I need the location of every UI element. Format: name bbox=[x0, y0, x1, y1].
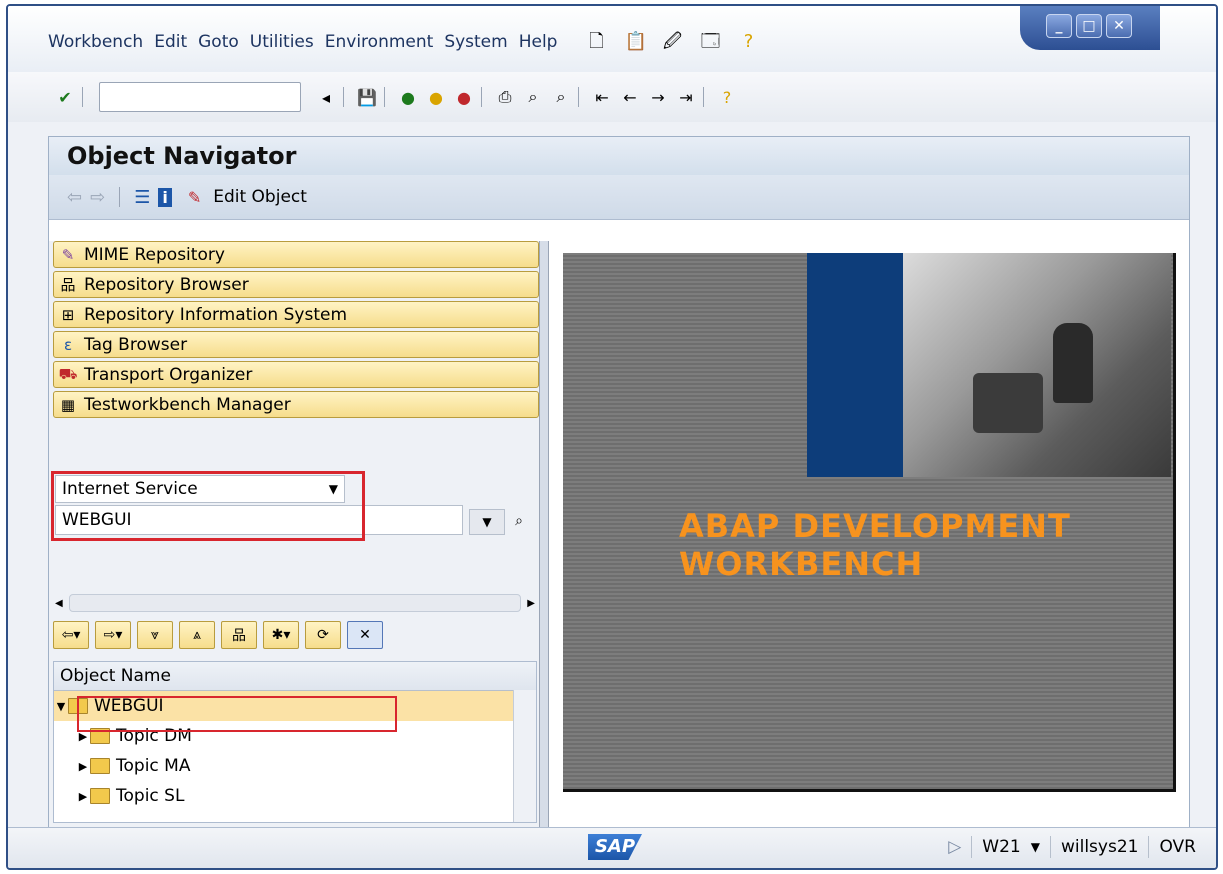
new-document-icon[interactable]: 🗋 bbox=[586, 32, 606, 52]
horizontal-scrollbar[interactable]: ◀ ▶ bbox=[55, 593, 535, 613]
folder-icon bbox=[90, 788, 110, 804]
tree-row[interactable]: ▶ Topic MA bbox=[54, 751, 536, 781]
highlight-box-selector bbox=[51, 471, 365, 541]
back-icon[interactable]: ● bbox=[397, 86, 419, 108]
collapse-command-icon[interactable]: ◂ bbox=[315, 86, 337, 108]
object-tree: Object Name ▼ WEBGUI ▶ Topic DM ▶ Topic … bbox=[53, 661, 537, 823]
test-icon: ▦ bbox=[60, 395, 76, 414]
menu-system[interactable]: System bbox=[444, 32, 518, 52]
collapse-all-button[interactable]: ⩓ bbox=[179, 621, 215, 649]
exit-icon[interactable]: ● bbox=[425, 86, 447, 108]
hierarchy-button[interactable]: 品 bbox=[221, 621, 257, 649]
first-page-icon[interactable]: ⇤ bbox=[591, 86, 613, 108]
help-question-icon[interactable]: ? bbox=[738, 32, 758, 52]
cancel-icon[interactable]: ● bbox=[453, 86, 475, 108]
tag-browser-button[interactable]: ε Tag Browser bbox=[53, 331, 539, 358]
tree-row[interactable]: ▶ Topic SL bbox=[54, 781, 536, 811]
truck-icon: ⛟ bbox=[58, 364, 78, 383]
tree-column-header: Object Name bbox=[54, 662, 536, 691]
system-id: W21 bbox=[982, 837, 1021, 857]
system-info: ▷ W21 ▼ willsys21 OVR bbox=[948, 836, 1196, 858]
menu-utilities[interactable]: Utilities bbox=[250, 32, 325, 52]
tag-icon: ε bbox=[63, 335, 73, 354]
clipboard-icon[interactable]: 📋 bbox=[624, 32, 646, 52]
folder-icon bbox=[90, 758, 110, 774]
previous-page-icon[interactable]: ← bbox=[619, 86, 641, 108]
navigation-area: ✎ MIME Repository 品 Repository Browser ⊞… bbox=[49, 241, 539, 829]
banner-headline: ABAP DEVELOPMENT WORKBENCH bbox=[679, 507, 1071, 583]
chevron-down-icon[interactable]: ▼ bbox=[1031, 840, 1040, 854]
previous-object-button[interactable]: ⇦▾ bbox=[53, 621, 89, 649]
menu-goto[interactable]: Goto bbox=[198, 32, 250, 52]
expanded-triangle-icon[interactable]: ▼ bbox=[54, 700, 68, 713]
find-next-icon[interactable]: ⌕ bbox=[550, 86, 572, 108]
expand-all-button[interactable]: ⩔ bbox=[137, 621, 173, 649]
repository-browser-button[interactable]: 品 Repository Browser bbox=[53, 271, 539, 298]
hierarchy-icon[interactable]: ☰ bbox=[134, 187, 150, 208]
scroll-left-icon[interactable]: ◀ bbox=[55, 598, 63, 609]
edit-object-button[interactable]: Edit Object bbox=[213, 187, 307, 207]
next-object-button[interactable]: ⇨▾ bbox=[95, 621, 131, 649]
close-tree-button[interactable]: ✕ bbox=[347, 621, 383, 649]
last-page-icon[interactable]: ⇥ bbox=[675, 86, 697, 108]
status-bar: SAP ▷ W21 ▼ willsys21 OVR bbox=[8, 827, 1216, 868]
save-icon[interactable]: 💾 bbox=[356, 86, 378, 108]
tree-toolbar: ⇦▾ ⇨▾ ⩔ ⩓ 品 ✱▾ ⟳ ✕ bbox=[53, 621, 383, 649]
object-navigator-panel: Object Navigator ⇦ ⇨ ☰ i ✎ Edit Object ✎… bbox=[48, 136, 1190, 830]
sap-gui-window: Workbench Edit Goto Utilities Environmen… bbox=[6, 4, 1218, 870]
help-icon[interactable]: ? bbox=[716, 86, 738, 108]
collapsed-triangle-icon[interactable]: ▶ bbox=[76, 760, 90, 773]
insert-mode: OVR bbox=[1159, 837, 1196, 857]
repository-information-system-button[interactable]: ⊞ Repository Information System bbox=[53, 301, 539, 328]
title-bar: Workbench Edit Goto Utilities Environmen… bbox=[8, 6, 1216, 72]
testworkbench-manager-button[interactable]: ▦ Testworkbench Manager bbox=[53, 391, 539, 418]
host-name: willsys21 bbox=[1060, 837, 1139, 857]
highlight-box-tree bbox=[77, 696, 397, 732]
standard-toolbar: ✔ ◂ 💾 ● ● ● ⎙ ⌕ ⌕ ⇤ ← → ⇥ ? bbox=[8, 72, 1216, 122]
display-dropdown-button[interactable]: ▼ bbox=[469, 509, 505, 535]
banner-blue-stripe bbox=[807, 253, 903, 477]
page-title: Object Navigator bbox=[49, 137, 1189, 175]
next-page-icon[interactable]: → bbox=[647, 86, 669, 108]
search-icon[interactable]: ⌕ bbox=[507, 509, 531, 533]
menu-workbench[interactable]: Workbench bbox=[48, 32, 154, 52]
info-icon[interactable]: i bbox=[158, 187, 172, 207]
collapsed-triangle-icon[interactable]: ▶ bbox=[76, 790, 90, 803]
close-button[interactable]: ✕ bbox=[1106, 14, 1132, 38]
transport-organizer-button[interactable]: ⛟ Transport Organizer bbox=[53, 361, 539, 388]
vertical-scrollbar[interactable] bbox=[513, 690, 536, 822]
menu-icons: 🗋 📋 🖉 🗔 ? bbox=[586, 32, 758, 52]
menu-help[interactable]: Help bbox=[519, 32, 569, 52]
tree-icon: 品 bbox=[60, 276, 76, 294]
menu-bar: Workbench Edit Goto Utilities Environmen… bbox=[48, 32, 758, 53]
info-system-icon: ⊞ bbox=[61, 305, 75, 324]
command-field[interactable] bbox=[99, 82, 301, 112]
window-controls: _ □ ✕ bbox=[1020, 6, 1160, 50]
welcome-banner: ABAP DEVELOPMENT WORKBENCH bbox=[563, 253, 1176, 792]
back-arrow-icon[interactable]: ⇦ bbox=[67, 187, 82, 208]
panel-splitter[interactable] bbox=[539, 241, 549, 829]
navigation-buttons: ✎ MIME Repository 品 Repository Browser ⊞… bbox=[53, 241, 539, 421]
mime-repository-button[interactable]: ✎ MIME Repository bbox=[53, 241, 539, 268]
banner-photo bbox=[903, 253, 1171, 477]
edit-object-icon[interactable]: ✎ bbox=[188, 188, 201, 207]
refresh-button[interactable]: ⟳ bbox=[305, 621, 341, 649]
expand-status-icon[interactable]: ▷ bbox=[948, 837, 961, 857]
forward-arrow-icon[interactable]: ⇨ bbox=[90, 187, 105, 208]
window-icon[interactable]: 🗔 bbox=[700, 32, 721, 52]
find-icon[interactable]: ⌕ bbox=[522, 86, 544, 108]
menu-environment[interactable]: Environment bbox=[325, 32, 445, 52]
enter-check-icon[interactable]: ✔ bbox=[54, 86, 76, 108]
maximize-button[interactable]: □ bbox=[1076, 14, 1102, 38]
minimize-button[interactable]: _ bbox=[1046, 14, 1072, 38]
select-button[interactable]: ✱▾ bbox=[263, 621, 299, 649]
print-icon[interactable]: ⎙ bbox=[494, 86, 516, 108]
mime-icon: ✎ bbox=[61, 245, 75, 264]
layout-icon[interactable]: 🖉 bbox=[662, 32, 682, 52]
sap-logo: SAP bbox=[588, 834, 642, 860]
menu-edit[interactable]: Edit bbox=[154, 32, 198, 52]
app-toolbar: ⇦ ⇨ ☰ i ✎ Edit Object bbox=[49, 175, 1189, 220]
scroll-right-icon[interactable]: ▶ bbox=[527, 598, 535, 609]
